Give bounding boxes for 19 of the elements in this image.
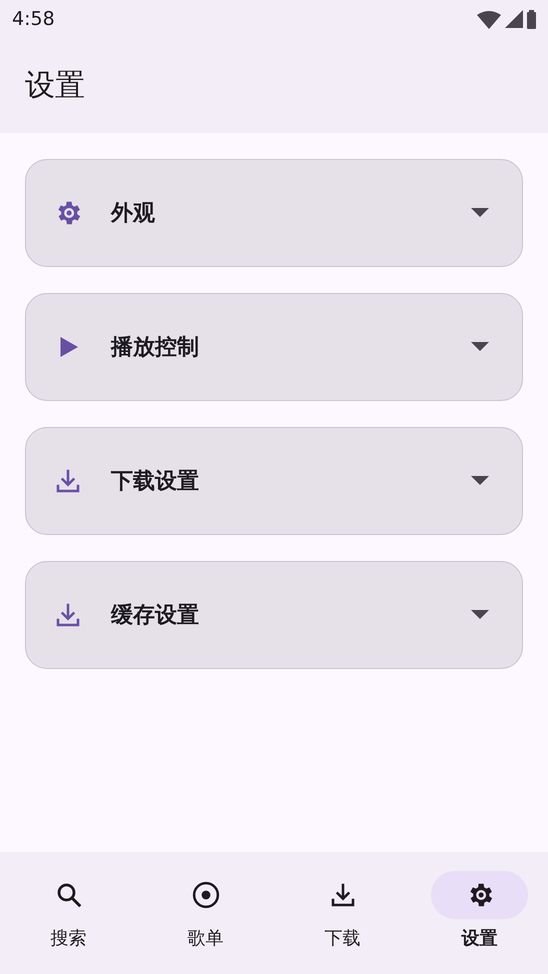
nav-label[interactable]: 设置 [462,925,498,952]
nav-tab-icon-button[interactable] [431,871,528,919]
caret-icon [471,208,489,218]
disc-icon [190,880,220,910]
caret-icon [471,610,489,620]
settings-section[interactable]: 外观 [25,159,523,267]
battery-icon [527,10,536,28]
signal-icon [505,10,523,28]
caret-icon [471,476,489,486]
nav-label[interactable]: 歌单 [188,925,224,952]
settings-section[interactable]: 下载设置 [25,427,523,535]
settings-section[interactable]: 播放控制 [25,293,523,401]
settings-section[interactable]: 缓存设置 [25,561,523,669]
status-time: 4:58 [12,6,55,32]
wifi-icon [477,9,501,29]
page-title: 设置 [25,67,85,105]
caret-icon [471,342,489,352]
nav-label[interactable]: 搜索 [50,925,86,952]
nav-label[interactable]: 下载 [324,925,360,952]
